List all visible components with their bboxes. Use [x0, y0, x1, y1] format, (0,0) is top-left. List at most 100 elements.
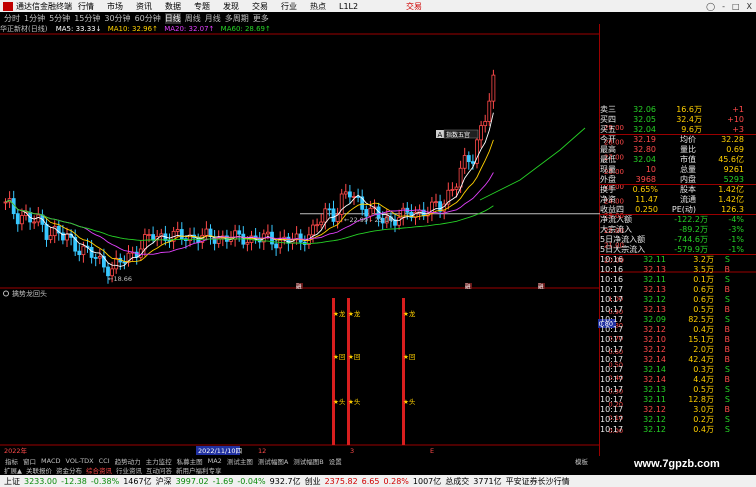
order-volume: 9.6万 — [681, 125, 702, 134]
signal-label: ★回 — [333, 353, 345, 361]
stat-label: 总量 — [680, 165, 696, 174]
margin-marker-label: 融 — [465, 283, 471, 291]
indicator-tab-12[interactable]: 设置 — [329, 456, 342, 466]
tick-volume: 0.4万 — [693, 325, 714, 334]
candle-body — [397, 217, 402, 226]
stat-label: 流通 — [680, 195, 696, 204]
tick-price: 32.12 — [643, 325, 666, 334]
stat-label: 内盘 — [680, 175, 696, 184]
tick-time: 10:17 — [600, 365, 624, 374]
tick-direction: S — [724, 365, 730, 374]
candle-body — [462, 155, 467, 169]
indicator-tab-9[interactable]: 测试主图 — [227, 456, 253, 466]
sh-index-value: 3233.00 — [24, 476, 58, 486]
indicator-tab-3[interactable]: VOL-TDX — [65, 457, 93, 465]
candle-body — [175, 229, 180, 232]
candle-body — [81, 245, 86, 256]
tick-price: 32.12 — [643, 425, 666, 434]
tick-volume: 3.5万 — [693, 265, 714, 274]
flow-row: 大宗流入 -89.2万 -3% — [600, 225, 756, 235]
low-price-label: ←18.66 — [108, 275, 132, 283]
nav-tab-1[interactable]: 关联报价 — [26, 465, 52, 475]
candle-body — [323, 208, 328, 223]
tick-time: 10:17 — [600, 295, 624, 304]
tick-direction: B — [724, 345, 731, 354]
tick-row: 10:17 32.14 4.4万 B — [600, 375, 756, 385]
order-price: 32.06 — [633, 105, 656, 114]
stat-label: 市值 — [680, 155, 696, 164]
flow-row: 5日净流入额 -744.6万 -1% — [600, 235, 756, 245]
stat-row: 净资 11.47 流通 1.42亿 — [600, 195, 756, 205]
tick-direction: S — [724, 415, 730, 424]
signal-label: ★头 — [348, 397, 361, 406]
candle-body — [89, 246, 94, 258]
indicator-tab-4[interactable]: CCI — [99, 457, 110, 465]
nav-tab-2[interactable]: 资金分布 — [56, 465, 82, 475]
tick-price: 32.12 — [643, 415, 666, 424]
sh-index-pct: -0.38% — [90, 476, 120, 486]
flow-row: 净流入额 -122.2万 -4% — [600, 215, 756, 225]
stat-value: 0.250 — [635, 205, 658, 214]
hs-index-pct: -0.04% — [237, 476, 266, 486]
total-volume-label: 总成交 — [445, 476, 470, 486]
candle-body — [470, 161, 475, 164]
indicator-tab-10[interactable]: 测试幅图A — [258, 456, 288, 466]
tick-direction: B — [724, 405, 731, 414]
candle-body — [319, 221, 324, 226]
tick-row: 10:17 32.12 2.0万 B — [600, 345, 756, 355]
order-volume: 16.6万 — [676, 105, 702, 114]
candle-body — [479, 125, 484, 141]
tick-time: 10:16 — [600, 255, 624, 264]
flow-label: 5日大宗流入 — [600, 245, 646, 254]
indicator-name: 擒势龙回头 — [12, 289, 47, 298]
template-tab[interactable]: 模板 — [575, 456, 588, 466]
stat-value: 11.47 — [635, 195, 658, 204]
signal-label: ★头 — [403, 397, 416, 406]
nav-tab-3[interactable]: 综合资讯 — [86, 465, 112, 475]
tick-volume: 42.4万 — [688, 355, 714, 364]
indicator-tab-11[interactable]: 测试幅图B — [293, 456, 323, 466]
sh-index-label[interactable]: 上证 — [4, 476, 20, 487]
tick-direction: S — [724, 395, 730, 404]
stat-value: 126.3 — [721, 205, 744, 214]
hs-index-label[interactable]: 沪深 — [156, 476, 172, 487]
signal-label: ★回 — [348, 353, 360, 361]
tick-direction: B — [724, 335, 731, 344]
candle-body — [122, 261, 127, 264]
candle-body — [97, 255, 102, 259]
candle-body — [3, 201, 8, 204]
nav-tab-6[interactable]: 新用户福利专享 — [176, 465, 222, 475]
stat-value: 10 — [645, 165, 656, 174]
tick-row: 10:17 32.12 0.4万 B — [600, 325, 756, 335]
cy-index-label[interactable]: 创业 — [305, 476, 321, 487]
stat-label: 外盘 — [600, 175, 616, 184]
signal-bar — [332, 298, 335, 445]
tick-row: 10:17 32.13 0.6万 B — [600, 285, 756, 295]
nav-tab-4[interactable]: 行业资讯 — [116, 465, 142, 475]
indicator-tab-8[interactable]: MA2 — [208, 457, 222, 465]
stat-value: 5293 — [723, 175, 744, 184]
indicator-tab-2[interactable]: MACD — [41, 457, 60, 465]
candle-body — [93, 257, 98, 259]
flow-label: 大宗流入 — [600, 225, 632, 234]
signal-bar — [402, 298, 405, 445]
tick-time: 10:17 — [600, 425, 624, 434]
tick-volume: 2.0万 — [693, 345, 714, 354]
margin-marker-label: 融 — [538, 283, 544, 291]
date-label: 2022年 — [4, 446, 28, 455]
flow-label: 净流入额 — [600, 215, 632, 224]
tick-time: 10:17 — [600, 415, 624, 424]
candle-body — [15, 213, 20, 225]
tick-price: 32.14 — [643, 375, 666, 384]
signal-label: ★龙 — [348, 309, 361, 318]
popup-text: 指数五宫 — [446, 131, 470, 139]
margin-marker-label: 融 — [296, 283, 302, 291]
nav-tab-0[interactable]: 扩展▲ — [4, 465, 22, 475]
nav-tab-5[interactable]: 互动问答 — [146, 465, 172, 475]
tick-row: 10:16 32.11 3.2万 S — [600, 255, 756, 265]
cy-index-pct: 0.28% — [383, 476, 409, 486]
signal-label: ★头 — [333, 397, 346, 406]
stat-value: 3968 — [635, 175, 656, 184]
news-ticker[interactable]: 平安证券长沙行情 — [506, 476, 570, 487]
flow-pct: -1% — [728, 235, 744, 244]
